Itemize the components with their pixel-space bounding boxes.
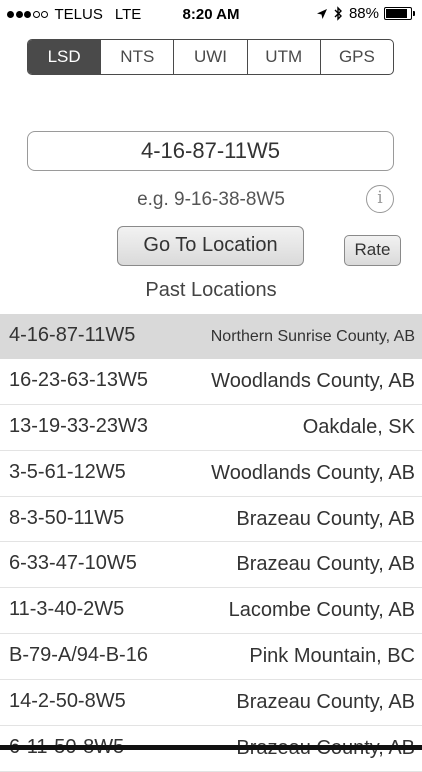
rate-button[interactable]: Rate (344, 235, 401, 266)
list-item[interactable]: 8-3-50-11W5 Brazeau County, AB (0, 497, 422, 543)
past-locations-list: 4-16-87-11W5 Northern Sunrise County, AB 1… (0, 314, 422, 772)
tab-nts[interactable]: NTS (101, 40, 175, 74)
battery-icon (384, 7, 415, 20)
location-input[interactable] (27, 131, 394, 171)
location-code: 11-3-40-2W5 (9, 598, 125, 621)
tab-utm[interactable]: UTM (248, 40, 321, 74)
list-item[interactable]: 13-19-33-23W3 Oakdale, SK (0, 405, 422, 451)
go-to-location-button[interactable]: Go To Location (117, 226, 304, 266)
list-item[interactable]: 16-23-63-13W5 Woodlands County, AB (0, 359, 422, 405)
coordinate-type-segmented-control[interactable]: LSD NTS UWI UTM GPS (27, 39, 394, 75)
location-code: 8-3-50-11W5 (9, 506, 125, 529)
location-code: 14-2-50-8W5 (9, 690, 126, 713)
bluetooth-icon (334, 6, 342, 21)
list-item[interactable]: 3-5-61-12W5 Woodlands County, AB (0, 451, 422, 497)
location-code: 13-19-33-23W3 (9, 414, 148, 437)
list-item[interactable]: B-79-A/94-B-16 Pink Mountain, BC (0, 634, 422, 681)
list-item[interactable]: 11-3-40-2W5 Lacombe County, AB (0, 588, 422, 635)
location-place: Northern Sunrise County, AB (210, 328, 415, 345)
tab-lsd[interactable]: LSD (28, 40, 102, 74)
status-right: 88% (316, 5, 415, 22)
list-item[interactable]: 4-16-87-11W5 Northern Sunrise County, AB (0, 314, 422, 359)
location-code: 3-5-61-12W5 (9, 460, 126, 483)
battery-fill (386, 9, 408, 18)
location-place: Woodlands County, AB (211, 461, 415, 484)
location-code: 16-23-63-13W5 (9, 368, 148, 391)
location-place: Brazeau County, AB (236, 553, 415, 576)
info-icon[interactable]: i (366, 185, 394, 213)
tab-gps[interactable]: GPS (321, 40, 393, 74)
tab-uwi[interactable]: UWI (174, 40, 248, 74)
location-place: Brazeau County, AB (236, 507, 415, 530)
location-code: B-79-A/94-B-16 (9, 644, 148, 667)
status-bar: TELUS LTE 8:20 AM 88% (0, 0, 422, 30)
location-place: Lacombe County, AB (228, 599, 415, 622)
location-place: Woodlands County, AB (211, 369, 415, 392)
bottom-edge (0, 745, 422, 750)
location-code: 4-16-87-11W5 (9, 324, 136, 346)
location-arrow-icon (316, 8, 327, 19)
location-place: Oakdale, SK (302, 415, 415, 438)
location-code: 6-33-47-10W5 (9, 552, 137, 575)
example-hint: e.g. 9-16-38-8W5 (137, 189, 285, 210)
past-locations-title: Past Locations (145, 279, 277, 301)
location-place: Brazeau County, AB (236, 691, 415, 714)
list-item[interactable]: 14-2-50-8W5 Brazeau County, AB (0, 680, 422, 727)
battery-percent: 88% (348, 5, 379, 22)
location-place: Pink Mountain, BC (249, 645, 415, 668)
list-item[interactable]: 6-33-47-10W5 Brazeau County, AB (0, 542, 422, 589)
